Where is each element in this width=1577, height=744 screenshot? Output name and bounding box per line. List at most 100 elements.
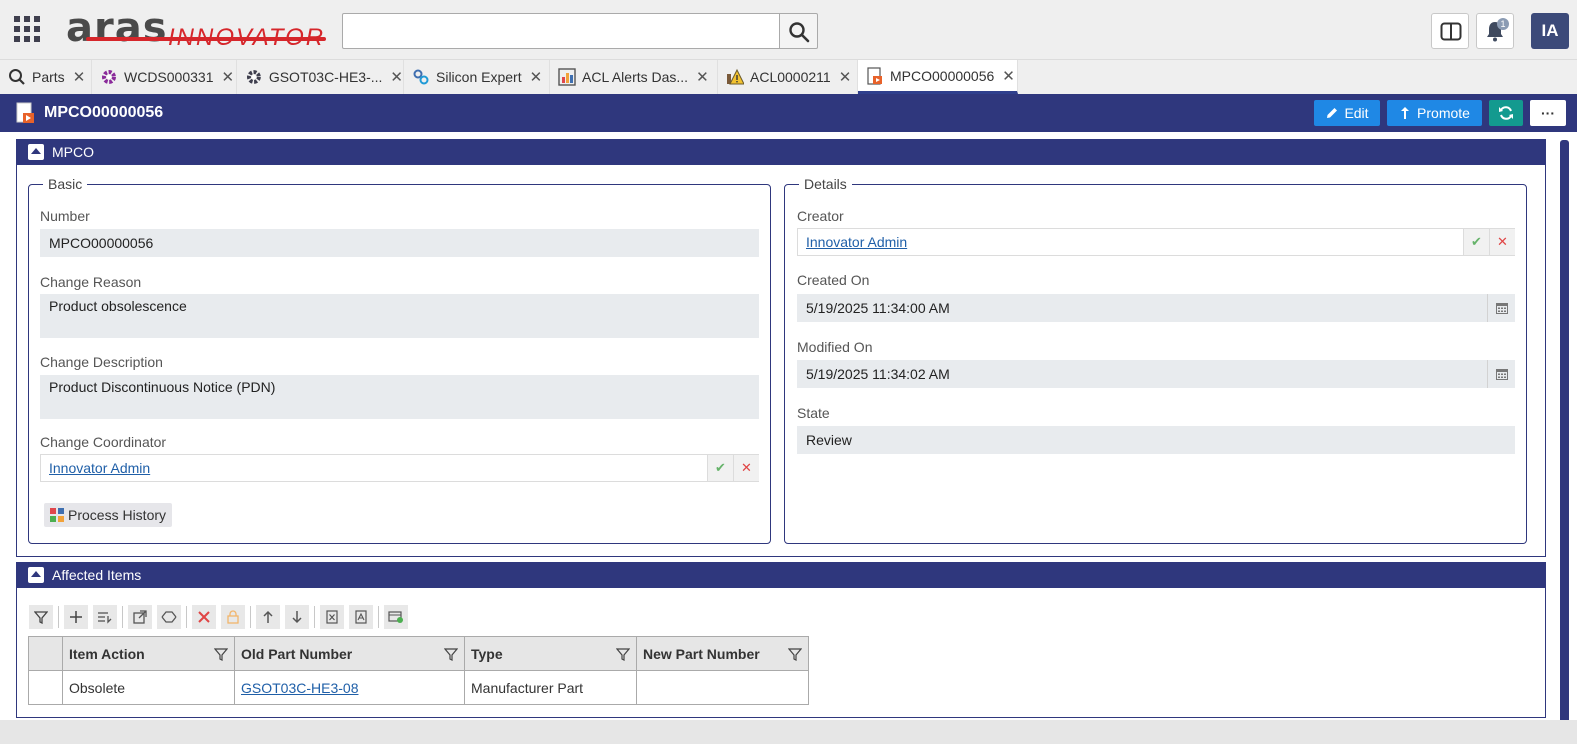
search-button[interactable] xyxy=(780,13,818,49)
collapse-icon[interactable] xyxy=(28,144,44,160)
tab-label: WCDS000331 xyxy=(124,69,214,85)
split-view-button[interactable] xyxy=(1431,13,1469,49)
column-header-type[interactable]: Type xyxy=(464,636,637,671)
delete-x-icon xyxy=(198,611,210,623)
top-header: aras INNOVATOR 1 IA xyxy=(0,0,1577,60)
link-toggle-button[interactable] xyxy=(157,605,181,629)
close-tab-icon[interactable]: ✕ xyxy=(390,68,403,86)
tab-silicon-expert[interactable]: Silicon Expert ✕ xyxy=(404,60,550,94)
close-tab-icon[interactable]: ✕ xyxy=(73,68,86,86)
old-part-number-cell[interactable]: GSOT03C-HE3-08 xyxy=(234,670,465,705)
close-tab-icon[interactable]: ✕ xyxy=(839,68,852,86)
created-on-calendar-button[interactable] xyxy=(1487,294,1515,322)
move-down-button[interactable] xyxy=(285,605,309,629)
calendar-icon xyxy=(1495,303,1508,314)
creator-clear-button[interactable]: ✕ xyxy=(1489,229,1515,255)
arrow-down-icon xyxy=(292,611,302,624)
pick-items-button[interactable] xyxy=(93,605,117,629)
ellipsis-icon: ··· xyxy=(1541,105,1555,121)
row-selector-cell[interactable] xyxy=(28,670,63,705)
collapse-icon[interactable] xyxy=(28,567,44,583)
open-item-button[interactable] xyxy=(128,605,152,629)
column-header-label: Old Part Number xyxy=(241,645,353,662)
filter-icon[interactable] xyxy=(214,647,228,661)
move-up-button[interactable] xyxy=(256,605,280,629)
global-search-input[interactable] xyxy=(342,13,780,49)
process-history-label: Process History xyxy=(68,507,167,523)
grid-toolbar xyxy=(29,605,413,629)
close-icon: ✕ xyxy=(1497,234,1508,249)
change-coordinator-link[interactable]: Innovator Admin xyxy=(49,460,150,476)
coordinator-confirm-button[interactable]: ✔ xyxy=(707,455,733,481)
table-header-row: Item Action Old Part Number Type New Par… xyxy=(28,636,809,671)
close-tab-icon[interactable]: ✕ xyxy=(222,68,235,86)
notification-count-badge: 1 xyxy=(1497,18,1509,30)
column-header-old-part-number[interactable]: Old Part Number xyxy=(234,636,465,671)
lock-icon xyxy=(227,610,239,624)
pencil-icon xyxy=(1327,108,1338,118)
user-menu-avatar[interactable]: IA xyxy=(1531,13,1569,49)
promote-button[interactable]: Promote xyxy=(1387,100,1482,126)
plus-icon xyxy=(70,611,82,623)
close-tab-icon[interactable]: ✕ xyxy=(530,68,543,86)
creator-field[interactable]: Innovator Admin xyxy=(797,228,1515,256)
process-history-button[interactable]: Process History xyxy=(44,503,173,527)
tab-wcds000331[interactable]: WCDS000331 ✕ xyxy=(92,60,237,94)
section-title: MPCO xyxy=(52,144,94,160)
state-field[interactable]: Review xyxy=(797,426,1515,454)
notifications-button[interactable]: 1 xyxy=(1476,13,1514,49)
filter-icon[interactable] xyxy=(444,647,458,661)
tab-parts[interactable]: Parts ✕ xyxy=(0,60,92,94)
export-excel-button[interactable] xyxy=(320,605,344,629)
refresh-icon xyxy=(1499,106,1513,120)
section-title: Affected Items xyxy=(52,567,142,583)
change-description-field[interactable]: Product Discontinuous Notice (PDN) xyxy=(40,375,759,419)
grid-settings-icon xyxy=(388,611,403,623)
table-row[interactable]: Obsolete GSOT03C-HE3-08 Manufacturer Par… xyxy=(28,670,809,705)
modified-on-field[interactable]: 5/19/2025 11:34:02 AM xyxy=(797,360,1515,388)
type-cell[interactable]: Manufacturer Part xyxy=(464,670,637,705)
refresh-button[interactable] xyxy=(1489,100,1523,126)
number-field[interactable]: MPCO00000056 xyxy=(40,229,759,257)
filter-icon[interactable] xyxy=(616,647,630,661)
change-coordinator-field[interactable]: Innovator Admin xyxy=(40,454,759,482)
row-selector-header[interactable] xyxy=(28,636,63,671)
creator-confirm-button[interactable]: ✔ xyxy=(1463,229,1489,255)
affected-items-section-header[interactable]: Affected Items xyxy=(16,562,1546,588)
created-on-field[interactable]: 5/19/2025 11:34:00 AM xyxy=(797,294,1515,322)
item-action-cell[interactable]: Obsolete xyxy=(62,670,235,705)
mpco-section-header[interactable]: MPCO xyxy=(16,139,1546,165)
grid-settings-button[interactable] xyxy=(384,605,408,629)
vertical-scrollbar[interactable] xyxy=(1560,140,1569,740)
change-reason-label: Change Reason xyxy=(40,274,142,290)
coordinator-clear-button[interactable]: ✕ xyxy=(733,455,759,481)
tab-mpco00000056[interactable]: MPCO00000056 ✕ xyxy=(858,60,1018,94)
old-part-number-link[interactable]: GSOT03C-HE3-08 xyxy=(241,680,358,696)
logo-innovator-text: INNOVATOR xyxy=(168,24,326,51)
tab-gsot03c[interactable]: GSOT03C-HE3-... ✕ xyxy=(237,60,404,94)
open-external-icon xyxy=(133,610,147,624)
creator-link[interactable]: Innovator Admin xyxy=(806,234,907,250)
close-tab-icon[interactable]: ✕ xyxy=(696,68,709,86)
modified-on-calendar-button[interactable] xyxy=(1487,360,1515,388)
add-row-button[interactable] xyxy=(64,605,88,629)
change-description-label: Change Description xyxy=(40,354,163,370)
promote-label: Promote xyxy=(1417,105,1470,121)
column-header-new-part-number[interactable]: New Part Number xyxy=(636,636,809,671)
lock-button[interactable] xyxy=(221,605,245,629)
close-tab-icon[interactable]: ✕ xyxy=(1002,67,1015,85)
tab-acl-alerts-dashboard[interactable]: ACL Alerts Das... ✕ xyxy=(550,60,718,94)
filter-icon[interactable] xyxy=(788,647,802,661)
filter-button[interactable] xyxy=(29,605,53,629)
change-reason-field[interactable]: Product obsolescence xyxy=(40,294,759,338)
details-legend: Details xyxy=(804,176,847,192)
tab-acl0000211[interactable]: ACL0000211 ✕ xyxy=(718,60,858,94)
more-actions-button[interactable]: ··· xyxy=(1530,100,1566,126)
delete-row-button[interactable] xyxy=(192,605,216,629)
split-view-icon xyxy=(1440,22,1462,41)
new-part-number-cell[interactable] xyxy=(636,670,809,705)
column-header-item-action[interactable]: Item Action xyxy=(62,636,235,671)
edit-button[interactable]: Edit xyxy=(1314,100,1380,126)
export-pdf-button[interactable] xyxy=(349,605,373,629)
app-launcher-icon[interactable] xyxy=(14,16,42,44)
